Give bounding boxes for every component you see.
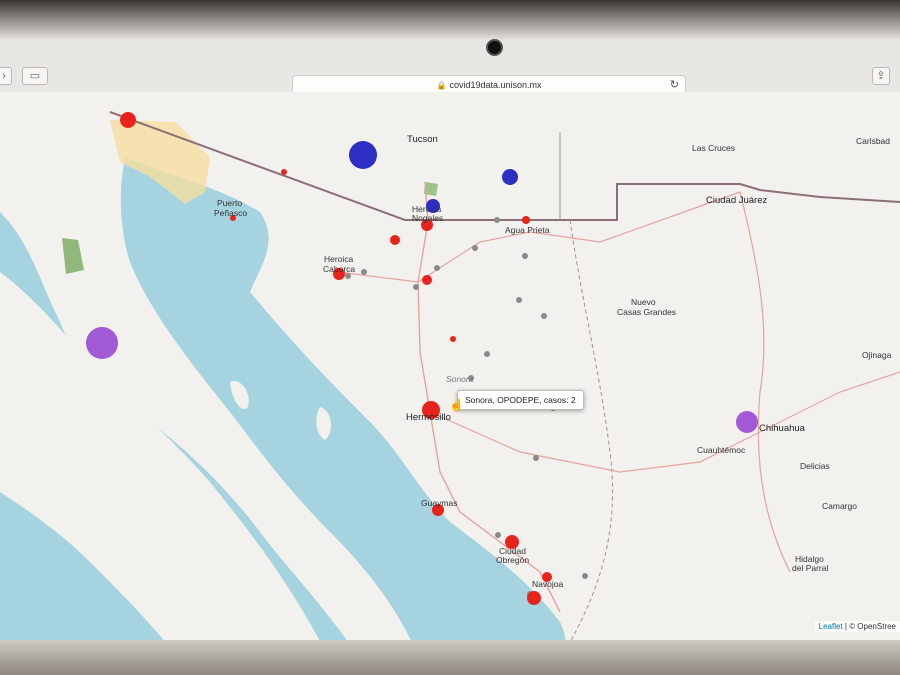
region-label: Sonora (446, 374, 474, 384)
forward-button[interactable]: › (0, 67, 12, 85)
city-label: Puerto (217, 198, 242, 208)
city-label: Hermosillo (406, 412, 451, 423)
city-label: Ciudad Juárez (706, 195, 768, 206)
leaflet-map[interactable]: Tucson Las Cruces Carlsbad Puerto Peñasc… (0, 92, 900, 660)
city-label: Obregón (496, 555, 529, 565)
red-marker[interactable] (281, 169, 287, 175)
share-button[interactable]: ⇪ (872, 67, 890, 85)
lock-icon: 🔒 (436, 81, 447, 90)
city-label: Heroica (324, 254, 354, 264)
city-label: Nogales (412, 213, 443, 223)
red-marker[interactable] (422, 275, 432, 285)
city-label: Chihuahua (759, 423, 806, 434)
gray-marker[interactable] (533, 455, 539, 461)
gray-marker[interactable] (484, 351, 490, 357)
url-text: covid19data.unison.mx (449, 80, 542, 90)
red-marker[interactable] (522, 216, 530, 224)
city-label: Cuauhtémoc (697, 445, 746, 455)
city-label: Guaymas (421, 498, 457, 508)
purple-marker[interactable] (86, 327, 118, 359)
red-marker[interactable] (527, 591, 541, 605)
gray-marker[interactable] (582, 573, 588, 579)
gray-marker[interactable] (494, 217, 500, 223)
map-attribution: Leaflet | © OpenStree (814, 621, 900, 632)
marker-tooltip: Sonora, OPODEPE, casos: 2 (457, 390, 584, 410)
laptop-bottom-bezel (0, 640, 900, 675)
gray-marker[interactable] (361, 269, 367, 275)
gray-marker[interactable] (413, 284, 419, 290)
city-label: Tucson (407, 134, 438, 145)
city-label: Caborca (323, 264, 355, 274)
blue-marker[interactable] (502, 169, 518, 185)
city-label: Casas Grandes (617, 307, 676, 317)
gray-marker[interactable] (472, 245, 478, 251)
purple-marker[interactable] (736, 411, 758, 433)
gray-marker[interactable] (434, 265, 440, 271)
gray-marker[interactable] (516, 297, 522, 303)
gray-marker[interactable] (495, 532, 501, 538)
city-label: Camargo (822, 501, 857, 511)
city-label: Nuevo (631, 297, 656, 307)
red-marker[interactable] (120, 112, 136, 128)
city-label: Delicias (800, 461, 830, 471)
sidebar-toggle-button[interactable]: ▭ (22, 67, 48, 85)
webcam (488, 41, 501, 54)
city-label: Carlsbad (856, 136, 890, 146)
city-label: del Parral (792, 563, 828, 573)
city-label: Navojoa (532, 579, 563, 589)
browser-toolbar: › ▭ 🔒 covid19data.unison.mx ↻ ⇪ (0, 60, 900, 95)
city-label: Las Cruces (692, 143, 735, 153)
browser-window: › ▭ 🔒 covid19data.unison.mx ↻ ⇪ Tucson L… (0, 60, 900, 660)
blue-marker[interactable] (349, 141, 377, 169)
red-marker[interactable] (390, 235, 400, 245)
city-label: Peñasco (214, 208, 247, 218)
city-label: Agua Prieta (505, 225, 550, 235)
city-label: Ojinaga (862, 350, 892, 360)
pointer-cursor-icon: ☝ (449, 398, 464, 412)
gray-marker[interactable] (541, 313, 547, 319)
attribution-text: | © OpenStree (844, 622, 896, 631)
leaflet-link[interactable]: Leaflet (819, 622, 843, 631)
gray-marker[interactable] (522, 253, 528, 259)
red-marker[interactable] (450, 336, 456, 342)
